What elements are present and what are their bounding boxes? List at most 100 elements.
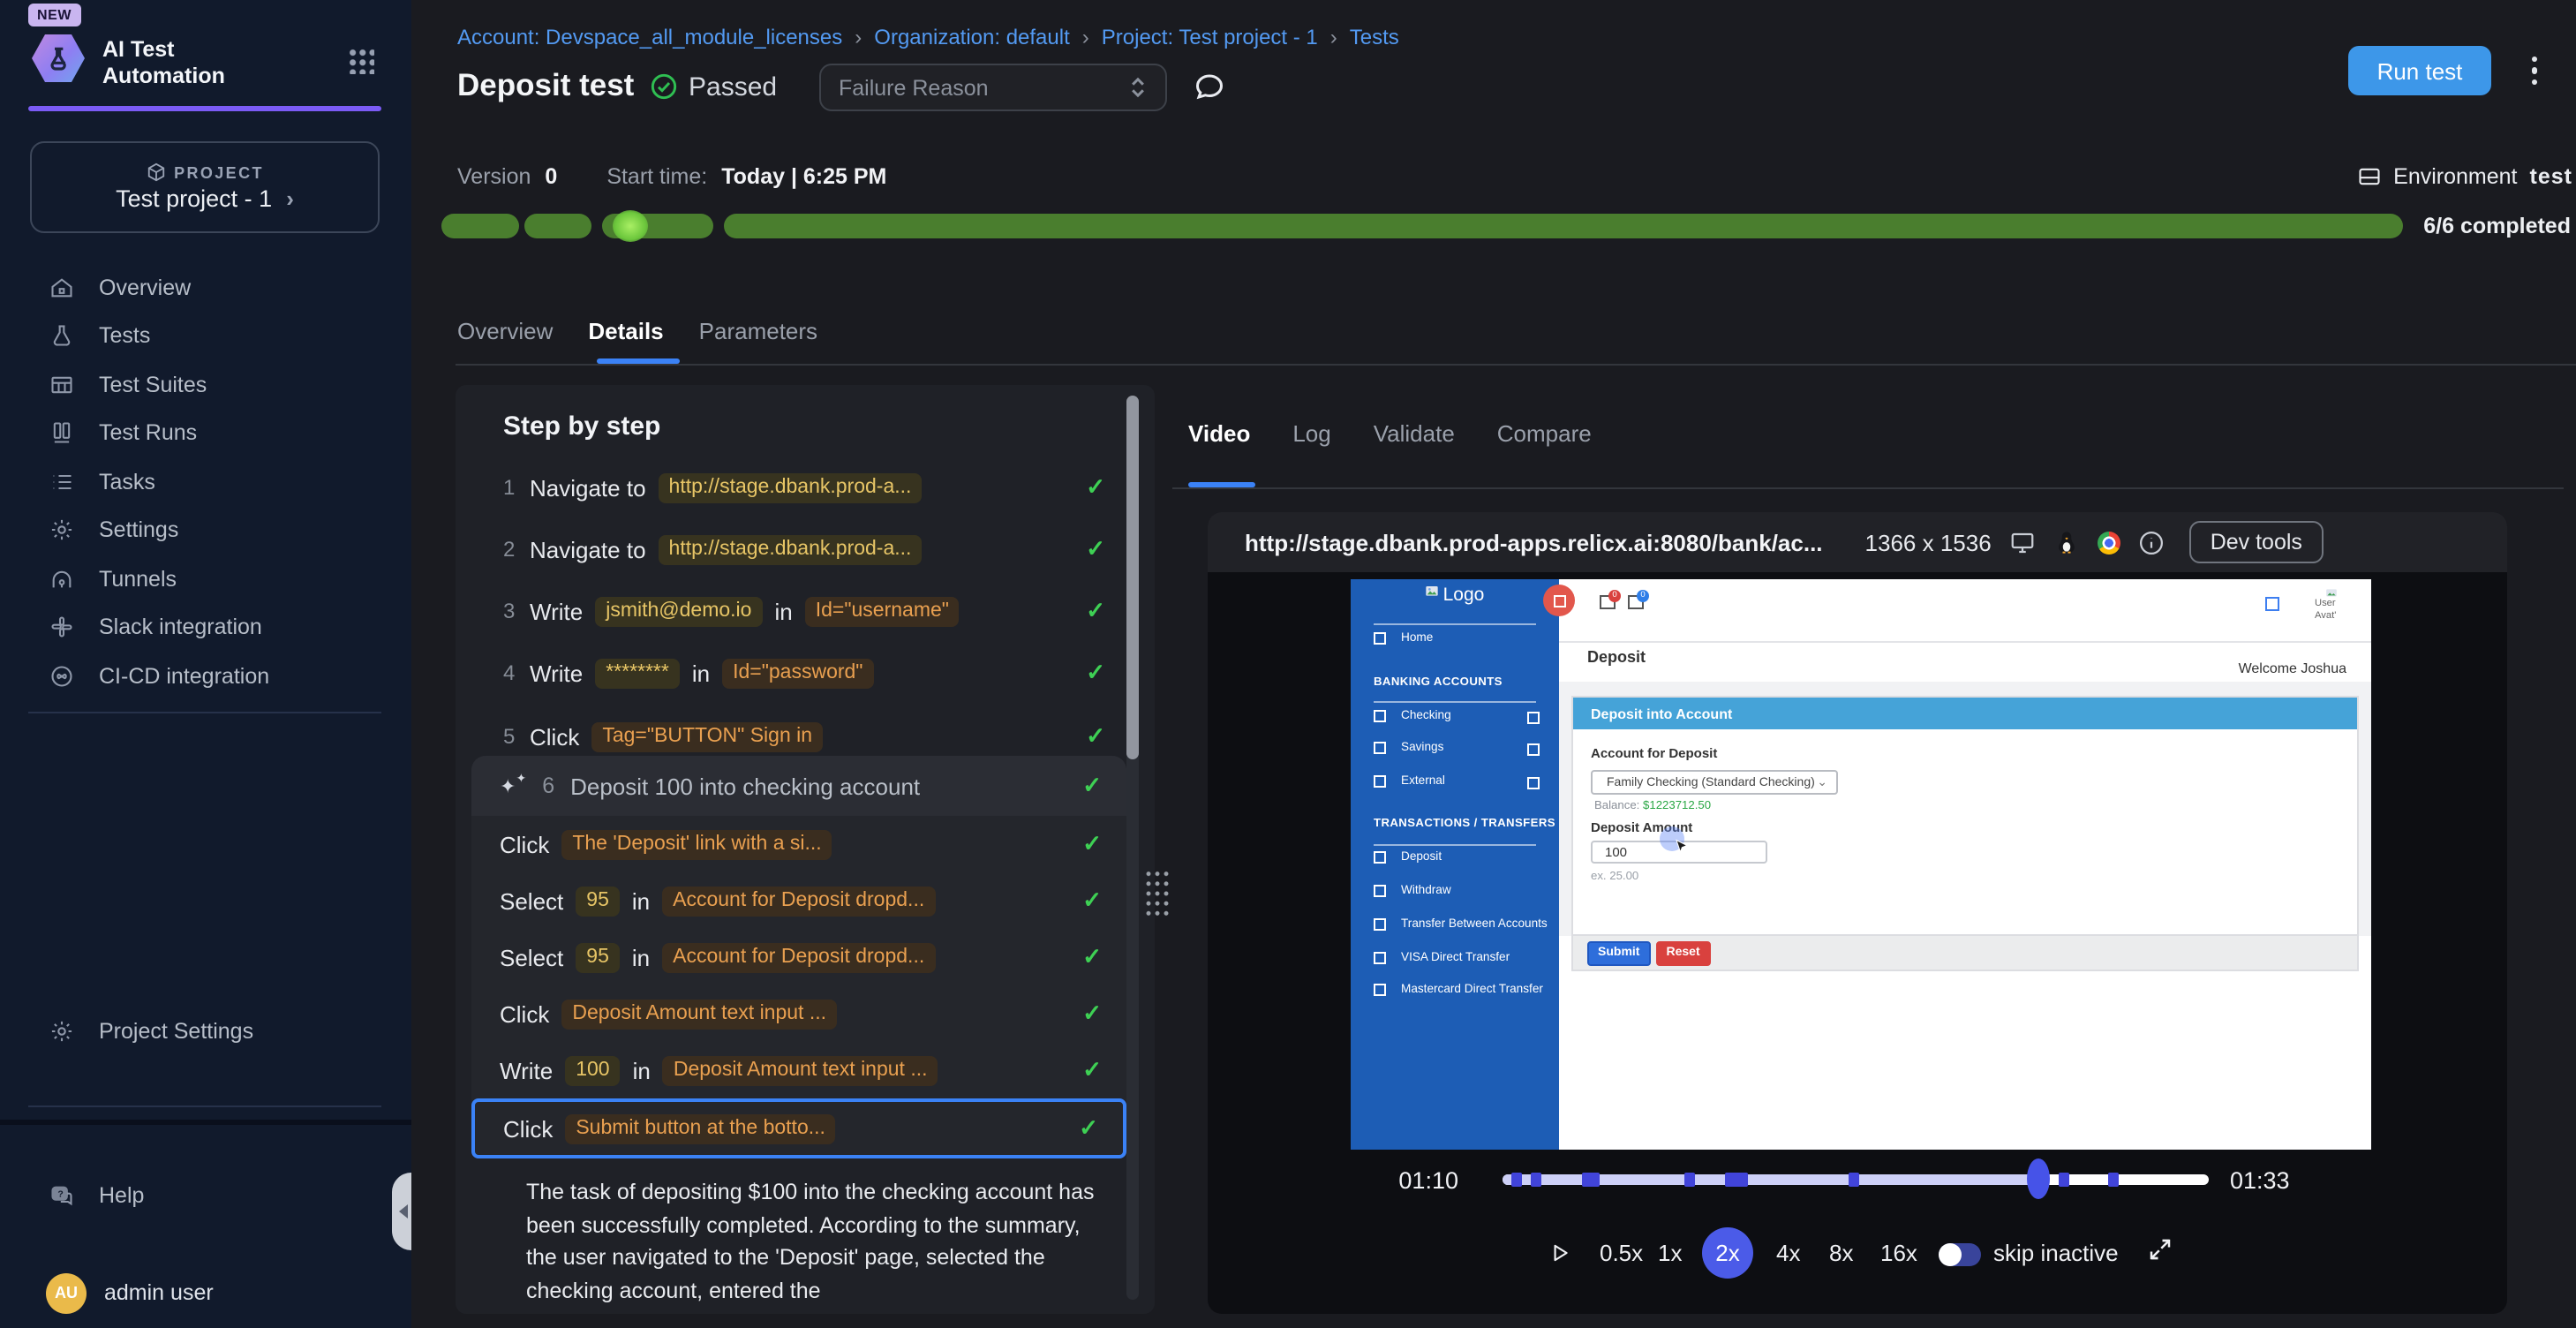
speed-2x-active[interactable]: 2x: [1702, 1227, 1753, 1279]
speed-0.5x[interactable]: 0.5x: [1600, 1240, 1643, 1266]
speed-4x[interactable]: 4x: [1776, 1240, 1800, 1266]
step-value-chip[interactable]: 100: [565, 1055, 620, 1085]
skip-inactive-toggle[interactable]: [1939, 1243, 1981, 1266]
step-target-chip[interactable]: Account for Deposit dropd...: [662, 886, 935, 916]
substep-row[interactable]: Click The 'Deposit' link with a si...: [471, 816, 1126, 872]
step-row-5[interactable]: 5 Click Tag="BUTTON" Sign in: [503, 715, 1105, 758]
step-value-chip[interactable]: ********: [595, 658, 680, 688]
sidebar-item-test-suites[interactable]: Test Suites: [0, 360, 411, 409]
timeline-track[interactable]: [1503, 1174, 2209, 1184]
step-target-chip[interactable]: Deposit Amount text input ...: [663, 1055, 938, 1085]
breadcrumb: Account: Devspace_all_module_licenses › …: [457, 25, 1399, 49]
recording-indicator-icon: [1543, 585, 1575, 616]
step-target-chip[interactable]: http://stage.dbank.prod-a...: [659, 534, 923, 564]
step-target-chip[interactable]: Tag="BUTTON" Sign in: [591, 721, 823, 751]
timeline-event-marker[interactable]: [1511, 1173, 1522, 1186]
step-target-chip[interactable]: Id="username": [805, 596, 960, 626]
ai-step-group-header[interactable]: ✦✦ 6 Deposit 100 into checking account: [471, 756, 1126, 816]
sidebar-footer-seam: [0, 1120, 411, 1125]
sidebar-collapse-handle[interactable]: [392, 1173, 411, 1250]
sidebar-item-slack-integration[interactable]: Slack integration: [0, 603, 411, 652]
step-target-chip[interactable]: Account for Deposit dropd...: [662, 942, 935, 972]
substep-row[interactable]: Write 100 in Deposit Amount text input .…: [471, 1042, 1126, 1098]
sidebar-item-tunnels[interactable]: Tunnels: [0, 555, 411, 603]
bank-toolbar-icon: 0: [1600, 595, 1616, 609]
timeline-event-marker[interactable]: [2059, 1173, 2069, 1186]
tab-log[interactable]: Log: [1292, 420, 1330, 447]
speed-1x[interactable]: 1x: [1658, 1240, 1682, 1266]
sidebar-item-project-settings[interactable]: Project Settings: [0, 1007, 411, 1055]
info-icon[interactable]: [2138, 529, 2165, 555]
steps-scrollbar-thumb[interactable]: [1126, 396, 1139, 759]
app-grid-icon[interactable]: [348, 48, 374, 74]
timeline-event-marker[interactable]: [1725, 1173, 1748, 1186]
video-frame[interactable]: Logo Home BANKING ACCOUNTS Checking Savi…: [1351, 579, 2371, 1150]
panel-resize-handle[interactable]: [1144, 869, 1171, 918]
step-row-1[interactable]: 1 Navigate to http://stage.dbank.prod-a.…: [503, 466, 1105, 509]
substep-row[interactable]: Click Deposit Amount text input ...: [471, 985, 1126, 1042]
dev-tools-button[interactable]: Dev tools: [2189, 521, 2324, 563]
run-test-button[interactable]: Run test: [2348, 46, 2491, 95]
breadcrumb-tests[interactable]: Tests: [1350, 25, 1399, 49]
substep-row[interactable]: Select 95 in Account for Deposit dropd..…: [471, 872, 1126, 929]
ai-step-title: Deposit 100 into checking account: [570, 773, 920, 799]
step-value-chip[interactable]: 95: [576, 886, 620, 916]
user-menu[interactable]: AU admin user: [0, 1268, 457, 1317]
tunnel-icon: [49, 567, 74, 592]
tab-details[interactable]: Details: [588, 318, 663, 344]
bank-user-avatar-broken: User Avat': [2315, 588, 2338, 622]
step-number: 6: [542, 773, 554, 798]
breadcrumb-project[interactable]: Project: Test project - 1: [1102, 25, 1318, 49]
step-row-4[interactable]: 4 Write ******** in Id="password": [503, 652, 1105, 694]
breadcrumb-account[interactable]: Account: Devspace_all_module_licenses: [457, 25, 842, 49]
project-selector[interactable]: PROJECT Test project - 1 ›: [30, 141, 380, 233]
speed-8x[interactable]: 8x: [1829, 1240, 1853, 1266]
step-verb: Navigate to: [530, 536, 646, 562]
step-row-3[interactable]: 3 Write jsmith@demo.io in Id="username": [503, 590, 1105, 632]
project-label: PROJECT: [174, 163, 264, 181]
step-row-2[interactable]: 2 Navigate to http://stage.dbank.prod-a.…: [503, 528, 1105, 570]
play-button[interactable]: [1548, 1240, 1571, 1266]
bank-account-label: Account for Deposit: [1591, 745, 1717, 761]
step-verb: Click: [500, 831, 549, 857]
substep-row[interactable]: Select 95 in Account for Deposit dropd..…: [471, 929, 1126, 985]
tab-overview[interactable]: Overview: [457, 318, 553, 344]
sidebar-item-label: Test Runs: [99, 421, 197, 446]
timeline-event-marker[interactable]: [1849, 1173, 1859, 1186]
speed-16x[interactable]: 16x: [1880, 1240, 1917, 1266]
sidebar-item-settings[interactable]: Settings: [0, 506, 411, 555]
video-url: http://stage.dbank.prod-apps.relicx.ai:8…: [1245, 529, 1823, 555]
step-target-chip[interactable]: The 'Deposit' link with a si...: [561, 829, 832, 859]
timeline-event-marker[interactable]: [1582, 1173, 1600, 1186]
breadcrumb-organization[interactable]: Organization: default: [874, 25, 1070, 49]
bank-balance: Balance: $1223712.50: [1594, 800, 1711, 812]
comment-icon[interactable]: [1194, 71, 1225, 102]
timeline-total-time: 01:33: [2230, 1167, 2290, 1194]
step-value-chip[interactable]: 95: [576, 942, 620, 972]
more-options-icon[interactable]: [2532, 57, 2539, 85]
sidebar-item-cicd-integration[interactable]: CI-CD integration: [0, 652, 411, 700]
meta-row: Version 0 Start time: Today | 6:25 PM: [457, 164, 886, 189]
step-target-chip[interactable]: Deposit Amount text input ...: [561, 999, 837, 1029]
timeline-event-marker[interactable]: [1531, 1173, 1541, 1186]
sidebar-item-help[interactable]: ? Help: [0, 1171, 411, 1219]
sidebar-item-overview[interactable]: Overview: [0, 263, 411, 312]
sidebar-item-tasks[interactable]: Tasks: [0, 457, 411, 506]
step-target-chip[interactable]: Submit button at the botto...: [565, 1113, 836, 1143]
sidebar-item-tests[interactable]: Tests: [0, 312, 411, 360]
tab-parameters[interactable]: Parameters: [699, 318, 817, 344]
tab-validate[interactable]: Validate: [1374, 420, 1455, 447]
sidebar-item-test-runs[interactable]: Test Runs: [0, 409, 411, 457]
tab-video[interactable]: Video: [1188, 420, 1250, 447]
timeline-playhead[interactable]: [2027, 1158, 2050, 1199]
timeline-event-marker[interactable]: [1684, 1173, 1695, 1186]
step-value-chip[interactable]: jsmith@demo.io: [595, 596, 762, 626]
tab-compare[interactable]: Compare: [1497, 420, 1592, 447]
step-target-chip[interactable]: http://stage.dbank.prod-a...: [659, 472, 923, 502]
fullscreen-icon[interactable]: [2147, 1236, 2173, 1263]
failure-reason-select[interactable]: Failure Reason: [819, 64, 1167, 111]
step-target-chip[interactable]: Id="password": [722, 658, 873, 688]
substep-row-selected[interactable]: Click Submit button at the botto...: [471, 1098, 1126, 1158]
sidebar-divider: [28, 712, 381, 713]
timeline-event-marker[interactable]: [2108, 1173, 2119, 1186]
